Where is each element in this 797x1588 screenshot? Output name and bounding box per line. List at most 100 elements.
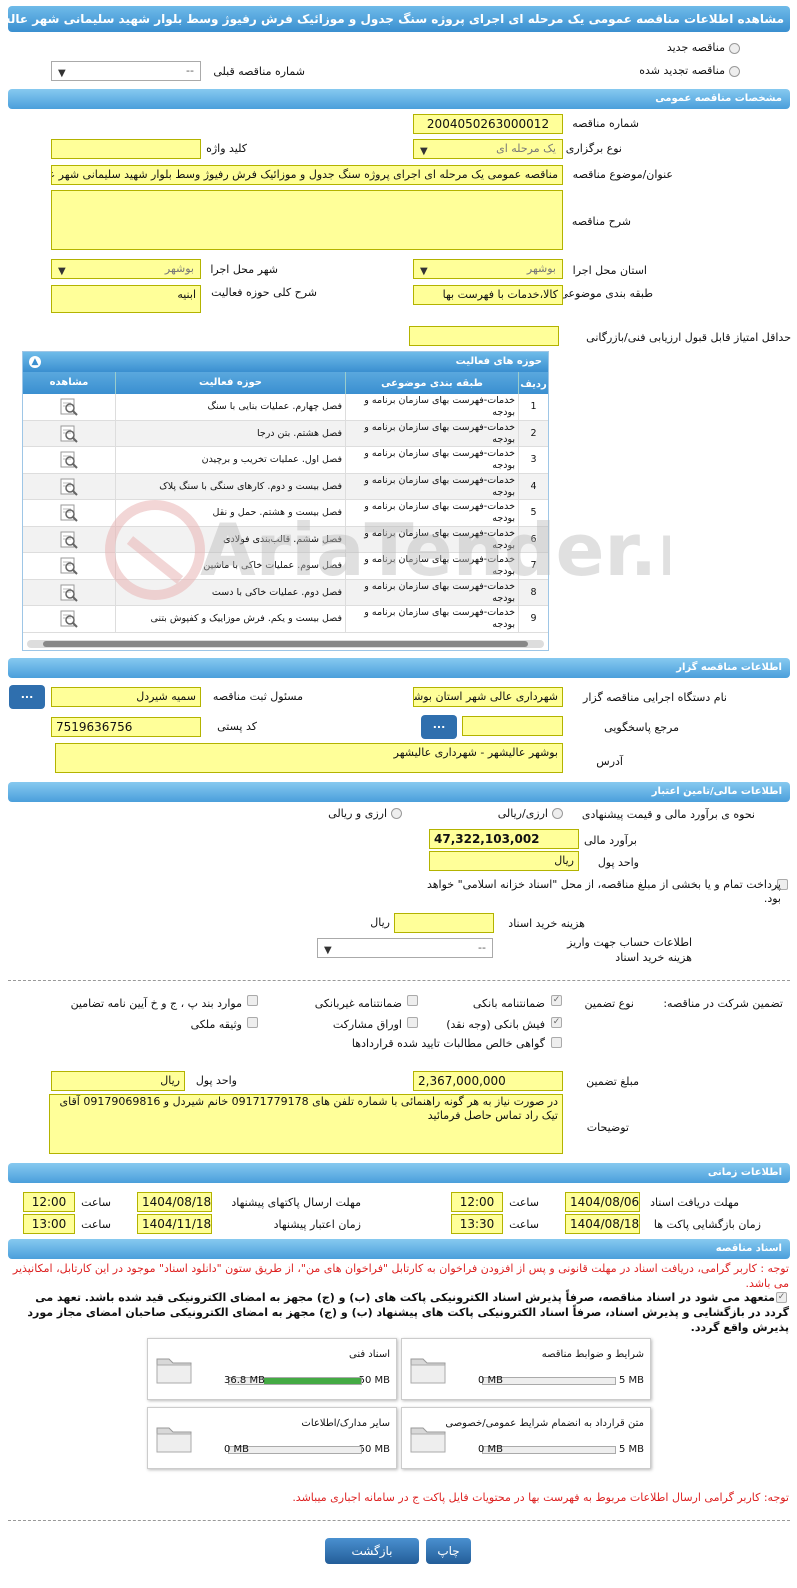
row-activity: فصل چهارم. عملیات بنایی با سنگ xyxy=(115,394,345,420)
doc-cost-unit: ریال xyxy=(370,916,390,929)
receive-time: 12:00 xyxy=(451,1192,503,1212)
row-activity: فصل ششم. قالب‌بندی فولادی xyxy=(115,526,345,552)
view-document-icon[interactable] xyxy=(58,556,80,576)
renewed-tender-radio[interactable] xyxy=(729,66,740,77)
doc-card[interactable]: اسناد فنی 50 MB 36.8 MB xyxy=(147,1338,397,1400)
keyword-field[interactable] xyxy=(51,139,201,159)
doc-card[interactable]: سایر مدارک/اطلاعات 50 MB 0 MB xyxy=(147,1407,397,1469)
doc-card-max: 5 MB xyxy=(618,1375,644,1386)
row-index: 7 xyxy=(518,553,548,579)
estimate-field: 47,322,103,002 xyxy=(429,829,579,849)
table-row: 4 خدمات-فهرست بهای سازمان برنامه و بودجه ف… xyxy=(23,473,548,500)
tender-type-value: یک مرحله ای xyxy=(496,142,556,155)
province-select[interactable]: بوشهر ▼ xyxy=(413,259,563,279)
currency-field: ریال xyxy=(429,851,579,871)
guarantee-check-3[interactable] xyxy=(247,995,258,1006)
scrollbar-thumb[interactable] xyxy=(43,641,528,647)
guarantee-check-7[interactable] xyxy=(551,1037,562,1048)
guarantee-amount-label: مبلغ تضمین xyxy=(586,1075,639,1088)
guarantee-check-1[interactable]: ✓ xyxy=(551,995,562,1006)
guarantee-check-6[interactable] xyxy=(247,1017,258,1028)
min-score-label: حداقل امتیاز قابل قبول ارزیابی فنی/بازرگ… xyxy=(586,331,791,344)
address-label: آدرس xyxy=(596,755,623,768)
method-radio-2[interactable] xyxy=(391,808,402,819)
back-button[interactable]: بازگشت xyxy=(325,1538,419,1564)
row-index: 3 xyxy=(518,447,548,473)
send-time-label: ساعت xyxy=(81,1196,111,1209)
row-index: 1 xyxy=(518,394,548,420)
table-row: 5 خدمات-فهرست بهای سازمان برنامه و بودجه ف… xyxy=(23,500,548,527)
guarantee-item-6: وثیقه ملکی xyxy=(190,1018,242,1031)
row-view xyxy=(23,394,115,420)
doc-card-max: 50 MB xyxy=(358,1375,390,1386)
officer-label: مسئول ثبت مناقصه xyxy=(212,690,303,703)
treasury-label: پرداخت تمام و یا بخشی از مبلغ مناقصه، از… xyxy=(426,878,781,905)
method-radio-1[interactable] xyxy=(552,808,563,819)
method-option-1: ارزی/ریالی xyxy=(497,807,548,820)
reference-field xyxy=(462,716,563,736)
chevron-down-icon: ▼ xyxy=(58,68,66,79)
view-document-icon[interactable] xyxy=(58,530,80,550)
view-document-icon[interactable] xyxy=(58,609,80,629)
view-document-icon[interactable] xyxy=(58,583,80,603)
chevron-down-icon: ▼ xyxy=(324,945,332,956)
view-document-icon[interactable] xyxy=(58,503,80,523)
send-time: 12:00 xyxy=(23,1192,75,1212)
guarantee-check-2[interactable] xyxy=(407,995,418,1006)
subject-label: عنوان/موضوع مناقصه xyxy=(572,168,673,181)
row-activity: فصل بیست و دوم. کارهای سنگی با سنگ پلاک xyxy=(115,473,345,499)
description-label: شرح مناقصه xyxy=(571,215,631,228)
guarantee-item-7: گواهی خالص مطالبات تایید شده قراردادها xyxy=(351,1037,545,1050)
officer-field: سمیه شیردل xyxy=(51,687,201,707)
description-field xyxy=(51,190,563,250)
docs-note-2: توجه: کاربر گرامی ارسال اطلاعات مربوط به… xyxy=(292,1491,789,1504)
page-title: مشاهده اطلاعات مناقصه عمومی یک مرحله ای … xyxy=(8,6,790,32)
new-tender-radio[interactable] xyxy=(729,43,740,54)
province-label: استان محل اجرا xyxy=(572,264,647,277)
validity-date: 1404/11/18 xyxy=(137,1214,212,1234)
reference-more-button[interactable]: ... xyxy=(421,715,457,739)
tender-type-select[interactable]: یک مرحله ای ▼ xyxy=(413,139,563,159)
folder-icon xyxy=(410,1358,446,1384)
view-document-icon[interactable] xyxy=(58,424,80,444)
collapse-icon[interactable]: ▲ xyxy=(29,356,41,368)
folder-icon xyxy=(156,1358,192,1384)
receive-label: مهلت دریافت اسناد xyxy=(650,1196,739,1209)
guarantee-item-5: اوراق مشارکت xyxy=(332,1018,402,1031)
city-select[interactable]: بوشهر ▼ xyxy=(51,259,201,279)
divider xyxy=(8,980,790,981)
doc-card[interactable]: شرایط و ضوابط مناقصه 5 MB 0 MB xyxy=(401,1338,651,1400)
guarantee-currency-label: واحد پول xyxy=(195,1074,237,1087)
prev-tender-select[interactable]: -- ▼ xyxy=(51,61,201,81)
guarantee-kind-label: نوع تضمین xyxy=(584,997,634,1010)
tender-number-field: 2004050263000012 xyxy=(413,114,563,134)
doc-card-used: 36.8 MB xyxy=(224,1375,265,1386)
send-label: مهلت ارسال پاکتهای پیشنهاد xyxy=(231,1196,361,1209)
col-view: مشاهده xyxy=(49,377,89,388)
guarantee-check-5[interactable] xyxy=(407,1017,418,1028)
view-document-icon[interactable] xyxy=(58,450,80,470)
print-button[interactable]: چاپ xyxy=(426,1538,471,1564)
view-document-icon[interactable] xyxy=(58,397,80,417)
doc-card-title: سایر مدارک/اطلاعات xyxy=(301,1418,390,1429)
row-activity: فصل دوم. عملیات خاکی با دست xyxy=(115,579,345,605)
province-value: بوشهر xyxy=(526,262,556,275)
section-docs: اسناد مناقصه xyxy=(8,1239,790,1259)
doc-cost-field xyxy=(394,913,494,933)
officer-more-button[interactable]: ... xyxy=(9,685,45,709)
horizontal-scrollbar[interactable] xyxy=(27,640,544,648)
guarantee-type-label: تضمین شرکت در مناقصه: xyxy=(663,997,783,1010)
tender-type-label: نوع برگزاری xyxy=(565,142,622,155)
guarantee-item-4: فیش بانکی (وجه نقد) xyxy=(446,1018,545,1031)
row-index: 2 xyxy=(518,420,548,446)
activity-field: ابنیه xyxy=(51,285,201,313)
row-index: 9 xyxy=(518,606,548,632)
doc-card[interactable]: متن قرارداد به انضمام شرایط عمومی/خصوصی 5… xyxy=(401,1407,651,1469)
open-time-label: ساعت xyxy=(509,1218,539,1231)
row-category: خدمات-فهرست بهای سازمان برنامه و بودجه xyxy=(345,606,518,632)
row-activity: فصل اول. عملیات تخریب و برچیدن xyxy=(115,447,345,473)
guarantee-check-4[interactable]: ✓ xyxy=(551,1017,562,1028)
view-document-icon[interactable] xyxy=(58,477,80,497)
account-select[interactable]: -- ▼ xyxy=(317,938,493,958)
validity-label: زمان اعتبار پیشنهاد xyxy=(273,1218,361,1231)
